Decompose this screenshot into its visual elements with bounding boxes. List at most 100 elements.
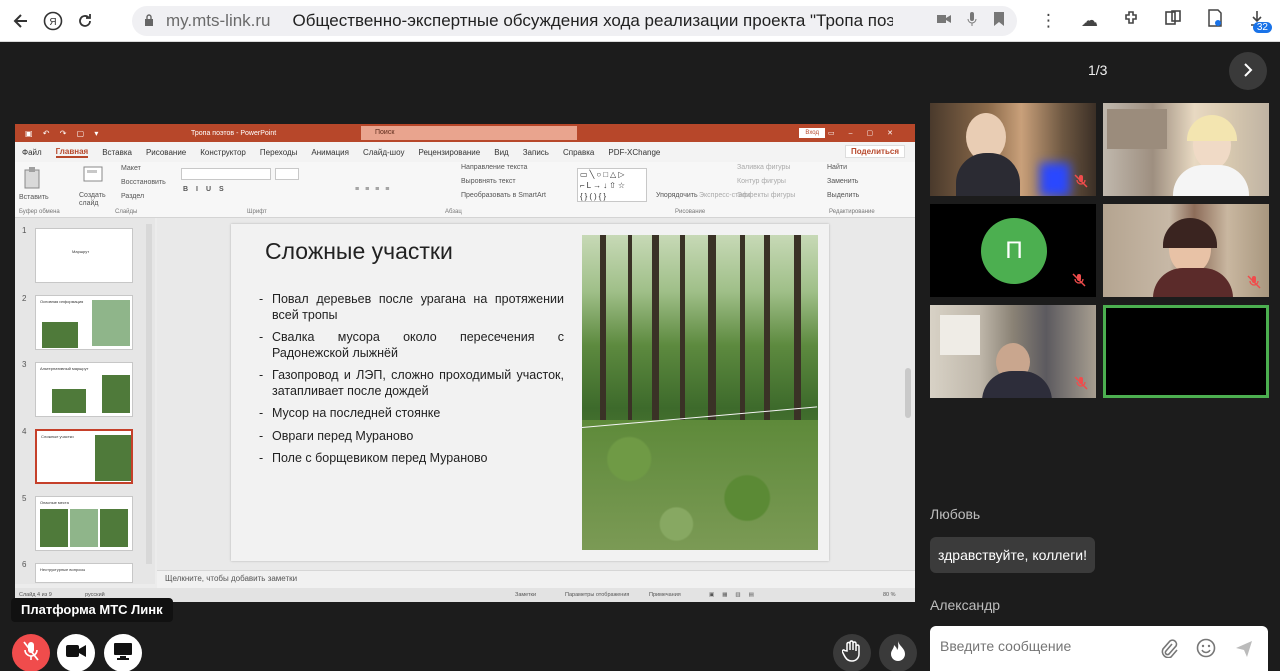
current-slide: Сложные участки Повал деревьев после ура… <box>231 224 829 561</box>
bullet-item: Свалка мусора около пересечения с Радоне… <box>259 330 564 361</box>
raise-hand-icon <box>841 639 862 667</box>
layout-label: Макет <box>121 165 141 172</box>
display-settings: Параметры отображения <box>565 592 630 598</box>
tab-title: Общественно-экспертные обсуждения хода р… <box>292 11 893 30</box>
ppt-tab: Анимация <box>311 147 349 157</box>
ppt-tab: Рецензирование <box>418 147 481 157</box>
ppt-tab: Слайд-шоу <box>362 147 405 157</box>
extensions-icon[interactable] <box>1122 9 1140 32</box>
slide-title: Сложные участки <box>265 238 453 264</box>
mic-muted-icon <box>1072 273 1086 287</box>
ribbon-group-label: Абзац <box>445 209 462 215</box>
slide-thumbnail-selected: Сложные участки <box>35 429 133 484</box>
text-direction-label: Направление текста <box>461 164 528 171</box>
ribbon-group-label: Рисование <box>675 209 706 215</box>
participant-video-tile[interactable] <box>930 103 1096 196</box>
participant-video-tile[interactable] <box>1103 103 1269 196</box>
pdf-extension-icon[interactable] <box>1206 9 1224 32</box>
collections-icon[interactable] <box>1164 9 1182 32</box>
ppt-ribbon-tabs: Файл Главная Вставка Рисование Конструкт… <box>15 142 915 162</box>
chat-input-box[interactable] <box>930 626 1268 671</box>
thumb-number: 6 <box>22 560 27 569</box>
slide-thumbnails-pane: 1 Маршрут 2 Основная информация 3 Альтер… <box>15 218 155 584</box>
thumbnails-scrollbar <box>146 224 152 564</box>
slide-thumbnail: Основная информация <box>35 295 133 350</box>
find-label: Найти <box>827 164 847 171</box>
thumb-title: Маршрут <box>72 249 90 254</box>
thumb-title: Основная информация <box>40 299 84 304</box>
select-label: Выделить <box>827 192 860 199</box>
slide-editor: Сложные участки Повал деревьев после ура… <box>157 218 915 580</box>
thumb-title: Альтернативный маршрут <box>40 366 89 371</box>
send-icon[interactable] <box>1234 638 1254 658</box>
ppt-ribbon: Вставить Создать слайд Макет Восстановит… <box>15 162 915 218</box>
participant-video-tile[interactable] <box>930 305 1096 398</box>
bullet-item: Поле с борщевиком перед Мураново <box>259 451 564 467</box>
svg-text:Я: Я <box>49 17 56 28</box>
notes-toggle: Заметки <box>515 592 537 598</box>
yandex-icon[interactable]: Я <box>42 10 64 32</box>
avatar: П <box>981 218 1047 284</box>
new-slide-label: Создать слайд <box>79 192 106 207</box>
raise-hand-button[interactable] <box>833 634 871 671</box>
shape-fill-label: Заливка фигуры <box>737 164 791 171</box>
paste-icon <box>21 166 43 192</box>
weather-icon[interactable]: ☁ <box>1081 11 1098 31</box>
chat-author: Любовь <box>930 506 981 522</box>
reload-icon[interactable] <box>74 10 96 32</box>
thumb-title: Опасные места <box>40 500 69 505</box>
ppt-title-bar: ▣ ↶ ↷ ▢ ▾ Тропа поэтов - PowerPoint Поис… <box>15 124 915 142</box>
participant-video-tile[interactable] <box>1103 204 1269 297</box>
chat-message-input[interactable] <box>940 638 1150 654</box>
shapes-gallery: ▭╲○□△▷ ⌐L→↓⇧☆{}(){} <box>577 168 647 202</box>
ribbon-group-label: Буфер обмена <box>19 209 60 215</box>
bookmark-icon[interactable] <box>993 12 1005 30</box>
thumb-title: Сложные участки <box>41 434 74 439</box>
platform-badge: Платформа МТС Линк <box>11 598 173 622</box>
ppt-tab-active: Главная <box>55 146 89 158</box>
fire-icon <box>889 640 907 667</box>
forest-photo <box>582 235 818 550</box>
camera-permission-icon[interactable] <box>937 12 951 30</box>
mic-muted-icon <box>1074 376 1088 390</box>
ppt-tab: Запись <box>522 147 549 157</box>
ribbon-group-label: Слайды <box>115 209 138 215</box>
new-slide-icon <box>83 166 103 186</box>
section-label: Раздел <box>121 193 145 200</box>
font-size-box <box>275 168 299 180</box>
ribbon-group-label: Шрифт <box>247 209 267 215</box>
reactions-button[interactable] <box>879 634 917 671</box>
attach-icon[interactable] <box>1158 638 1178 659</box>
participant-video-tile-active[interactable] <box>1103 305 1269 398</box>
notes-pane: Щелкните, чтобы добавить заметки <box>157 570 915 588</box>
url-domain[interactable]: my.mts-link.ru <box>166 11 271 31</box>
ppt-tab: Переходы <box>259 147 298 157</box>
view-buttons-icon: ▣▦▥▤ <box>709 592 762 598</box>
font-format-icons: BIUS <box>183 186 232 193</box>
mic-toggle-button[interactable] <box>12 634 50 671</box>
browser-toolbar: Я my.mts-link.ru Общественно-экспертные … <box>0 0 1280 42</box>
ppt-tab: Файл <box>22 147 42 157</box>
back-icon[interactable] <box>10 10 32 32</box>
shape-outline-label: Контур фигуры <box>737 178 786 185</box>
font-name-box <box>181 168 271 180</box>
ppt-tab: Справка <box>562 147 595 157</box>
next-page-button[interactable] <box>1229 52 1267 90</box>
screen-share-button[interactable] <box>104 634 142 671</box>
replace-label: Заменить <box>827 178 859 185</box>
lock-icon <box>144 13 154 29</box>
ppt-tab: Рисование <box>145 147 187 157</box>
address-bar[interactable]: my.mts-link.ru Общественно-экспертные об… <box>132 6 1017 36</box>
participant-avatar-tile[interactable]: П <box>930 204 1096 297</box>
bullet-item: Повал деревьев после урагана на протяжен… <box>259 292 564 323</box>
thumb-number: 1 <box>22 226 27 235</box>
camera-toggle-button[interactable] <box>57 634 95 671</box>
thumb-number: 4 <box>22 427 27 436</box>
menu-dots-icon[interactable]: ⋮ <box>1040 11 1057 31</box>
arrange-label: Упорядочить <box>656 192 698 199</box>
screen-share-icon <box>113 642 133 665</box>
mic-permission-icon[interactable] <box>967 12 977 30</box>
emoji-icon[interactable] <box>1196 638 1216 658</box>
camera-icon <box>66 644 86 663</box>
thumb-number: 5 <box>22 494 27 503</box>
